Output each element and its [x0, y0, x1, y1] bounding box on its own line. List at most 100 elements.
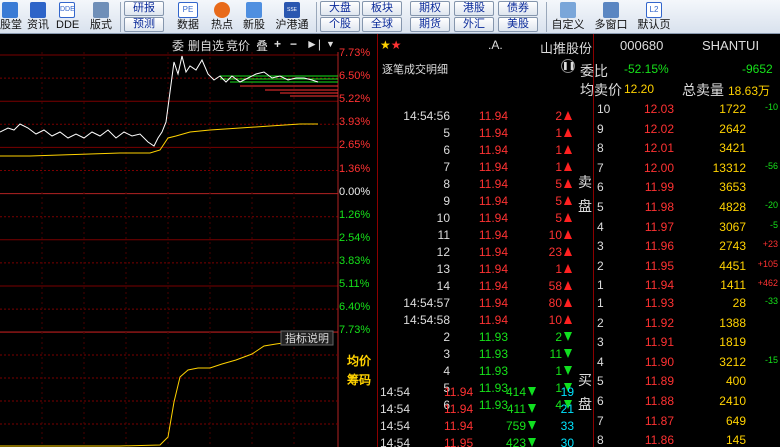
toolbar-multi-window[interactable]: 多窗口: [592, 0, 630, 34]
buy-level-row[interactable]: 6 11.88 2410: [594, 392, 780, 411]
buy-level-row[interactable]: 1 11.93 28 -33: [594, 294, 780, 313]
buy-level-row[interactable]: 8 11.86 145: [594, 431, 780, 447]
level-price: 11.92: [644, 315, 674, 330]
level-number: 3: [597, 239, 604, 254]
tick-row[interactable]: 7 11.94 1: [378, 159, 578, 176]
level-number: 10: [597, 102, 611, 116]
level-volume: 1722: [719, 102, 746, 116]
favorite-stars[interactable]: ★★: [380, 38, 410, 52]
toolbar-lobby[interactable]: 股堂: [0, 0, 22, 34]
tick-price: 11.94: [478, 143, 508, 157]
stock-button[interactable]: 个股: [320, 17, 360, 32]
pause-icon[interactable]: ❚❚: [561, 59, 575, 73]
tick-row[interactable]: 14:54:56 11.94 2: [378, 108, 578, 125]
tick-time: 14: [436, 279, 450, 293]
plus-icon[interactable]: +: [274, 37, 281, 51]
chip-label[interactable]: 筹码: [341, 371, 377, 388]
tick-row[interactable]: 9 11.94 5: [378, 193, 578, 210]
toolbar-dde[interactable]: DDE DDE: [56, 0, 79, 34]
tick-row[interactable]: 8 11.94 5: [378, 176, 578, 193]
tick-row[interactable]: 5 11.94 1: [378, 125, 578, 142]
sell-level-row[interactable]: 7 12.00 13312 -56: [594, 159, 780, 178]
stock-pinyin: SHANTUI: [702, 38, 760, 53]
sh-hk-connect-icon: SSE HK: [284, 2, 300, 29]
tick-row[interactable]: 11 11.94 10: [378, 227, 578, 244]
market-button[interactable]: 大盘: [320, 1, 360, 16]
minute-tick-row[interactable]: 14:54 11.94 414 19: [378, 384, 594, 401]
price-axis-label: 7.73%: [339, 324, 371, 337]
tick-row[interactable]: 14 11.94 58: [378, 278, 578, 295]
tick-row[interactable]: 12 11.94 23: [378, 244, 578, 261]
toolbar-news[interactable]: 资讯: [24, 0, 52, 34]
tick-price: 11.94: [478, 245, 508, 259]
buy-level-row[interactable]: 7 11.87 649: [594, 412, 780, 431]
level-volume: 3212: [719, 354, 746, 369]
dropdown-icon[interactable]: ▼: [326, 39, 335, 49]
news-icon: [30, 2, 46, 18]
minute-tick-row[interactable]: 14:54 11.94 411 21: [378, 401, 594, 418]
average-price-line: [0, 123, 318, 157]
tick-row[interactable]: 4 11.93 1: [378, 363, 578, 380]
intraday-chart[interactable]: 指标说明: [0, 52, 377, 447]
toolbar-data[interactable]: PE 数据: [170, 0, 206, 34]
global-button[interactable]: 全球: [362, 17, 402, 32]
multi-window-icon: [603, 2, 619, 18]
toolbar-sh-hk-connect[interactable]: SSE HK 沪港通: [272, 0, 312, 34]
tick-row[interactable]: 13 11.94 1: [378, 261, 578, 278]
sell-level-row[interactable]: 10 12.03 1722 -10: [594, 100, 780, 119]
sell-level-row[interactable]: 2 11.95 4451 +105: [594, 257, 780, 276]
forex-button[interactable]: 外汇: [454, 17, 494, 32]
arrow-right-icon[interactable]: ►|: [306, 37, 321, 51]
sector-button[interactable]: 板块: [362, 1, 402, 16]
sell-level-row[interactable]: 9 12.02 2642: [594, 120, 780, 139]
avg-sell-label: 均卖价: [580, 82, 622, 98]
tick-time: 4: [443, 364, 450, 378]
tick-row[interactable]: 2 11.93 2: [378, 329, 578, 346]
buy-level-row[interactable]: 3 11.91 1819: [594, 333, 780, 352]
price-axis-label: 1.36%: [339, 162, 371, 175]
sell-level-row[interactable]: 1 11.94 1411 +462: [594, 276, 780, 295]
level-price: 11.97: [644, 219, 674, 234]
toolbar-ipo[interactable]: 新股: [240, 0, 268, 34]
minute-price: 11.95: [444, 436, 474, 447]
buy-level-row[interactable]: 2 11.92 1388: [594, 314, 780, 333]
tick-price: 11.93: [478, 364, 508, 378]
toolbar-layout[interactable]: 版式: [84, 0, 118, 34]
tick-row[interactable]: 6 11.94 1: [378, 142, 578, 159]
tick-row[interactable]: 14:54:58 11.94 10: [378, 312, 578, 329]
arrow-down-icon: [564, 330, 574, 344]
toolbar-hotspot[interactable]: 热点: [208, 0, 236, 34]
toolbar-custom[interactable]: 自定义: [550, 0, 586, 34]
minute-tick-row[interactable]: 14:54 11.95 423 30: [378, 435, 594, 447]
forecast-button[interactable]: 预测: [124, 17, 164, 32]
tick-volume: 1: [555, 126, 562, 140]
minus-icon[interactable]: −: [290, 37, 297, 51]
sell-level-row[interactable]: 3 11.96 2743 +23: [594, 237, 780, 256]
indicator-button-label: 指标说明: [285, 331, 329, 345]
minute-tick-row[interactable]: 14:54 11.94 759 33: [378, 418, 594, 435]
minute-price: 11.94: [444, 419, 474, 433]
buy-level-row[interactable]: 5 11.89 400: [594, 372, 780, 391]
bonds-button[interactable]: 债券: [498, 1, 538, 16]
futures-button[interactable]: 期货: [410, 17, 450, 32]
sell-level-row[interactable]: 8 12.01 3421: [594, 139, 780, 158]
tick-time: 12: [436, 245, 450, 259]
buy-level-row[interactable]: 4 11.90 3212 -15: [594, 353, 780, 372]
sell-level-row[interactable]: 5 11.98 4828 -20: [594, 198, 780, 217]
level-volume: 3653: [719, 180, 746, 195]
sell-level-row[interactable]: 4 11.97 3067 -5: [594, 218, 780, 237]
toolbar-default-page[interactable]: L2 默认页: [634, 0, 674, 34]
sell-level-row[interactable]: 6 11.99 3653: [594, 178, 780, 197]
tick-price: 11.94: [478, 177, 508, 191]
options-button[interactable]: 期权: [410, 1, 450, 16]
research-report-button[interactable]: 研报: [124, 1, 164, 16]
tick-row[interactable]: 3 11.93 11: [378, 346, 578, 363]
level-price: 11.90: [644, 354, 674, 369]
us-stocks-button[interactable]: 美股: [498, 17, 538, 32]
tick-row[interactable]: 10 11.94 5: [378, 210, 578, 227]
arrow-up-icon: [564, 245, 574, 259]
avg-price-label[interactable]: 均价: [341, 352, 377, 369]
level-price: 12.00: [643, 160, 674, 175]
hk-stocks-button[interactable]: 港股: [454, 1, 494, 16]
tick-row[interactable]: 14:54:57 11.94 80: [378, 295, 578, 312]
